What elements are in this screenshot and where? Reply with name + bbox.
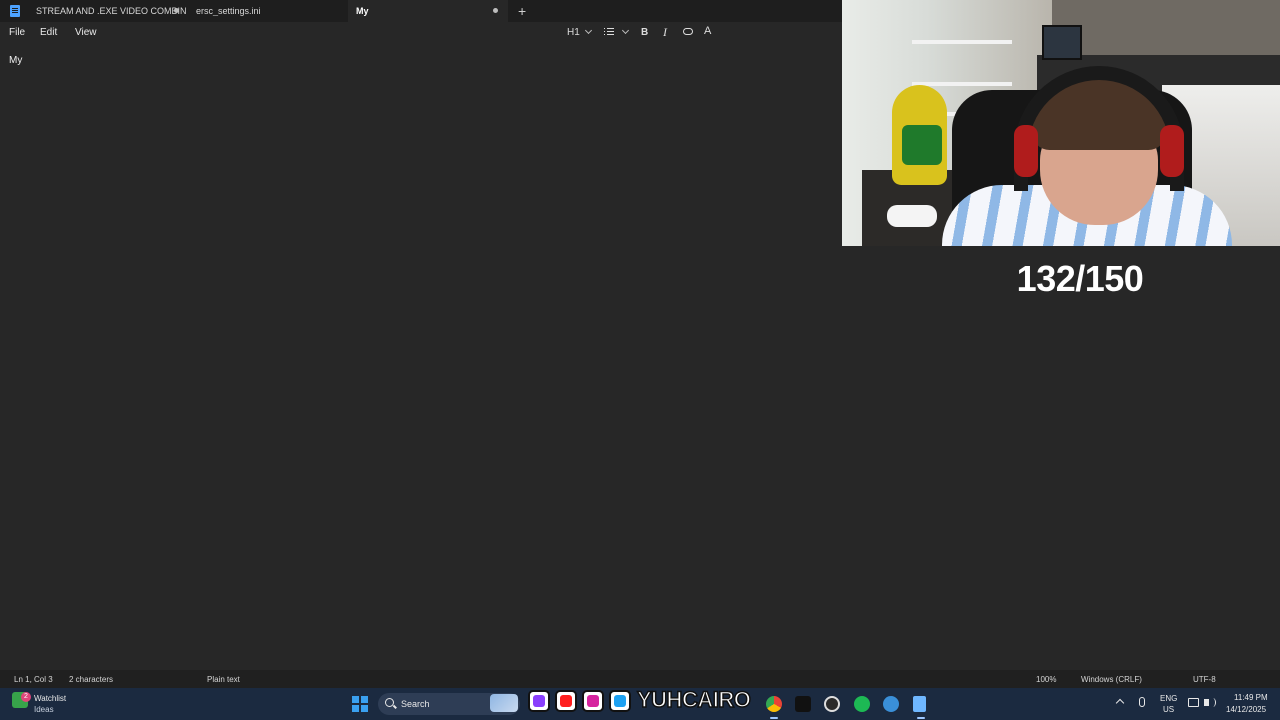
twitter-icon [609, 690, 631, 712]
editor-text-area[interactable]: My [9, 55, 22, 66]
character-count: 2 characters [69, 675, 114, 684]
spotify-icon[interactable] [854, 696, 870, 712]
webcam-monitor [1042, 25, 1082, 60]
microphone-icon[interactable] [1139, 697, 1145, 707]
youtube-icon [555, 690, 577, 712]
clock-date[interactable]: 14/12/2025 [1226, 705, 1266, 714]
chevron-down-icon [621, 26, 630, 35]
network-icon[interactable] [1188, 698, 1199, 707]
headset-earcup [1014, 125, 1038, 177]
obs-icon[interactable] [824, 696, 840, 712]
terminal-icon[interactable] [795, 696, 811, 712]
clock-time[interactable]: 11:49 PM [1234, 693, 1268, 702]
tab-label: ersc_settings.ini [196, 6, 261, 16]
heading-dropdown[interactable]: H1 [567, 26, 592, 38]
menu-edit[interactable]: Edit [40, 27, 57, 38]
unsaved-dot-icon [174, 8, 179, 13]
unsaved-dot-icon [493, 8, 498, 13]
menu-file[interactable]: File [9, 27, 25, 38]
link-icon[interactable] [683, 28, 693, 35]
tab-label: STREAM AND .EXE VIDEO COMBINA [36, 6, 186, 16]
zoom-level[interactable]: 100% [1036, 675, 1056, 684]
encoding[interactable]: UTF-8 [1193, 675, 1216, 684]
volume-icon[interactable] [1204, 698, 1216, 707]
network-app-icon[interactable] [883, 696, 899, 712]
webcam-plush-shirt [902, 125, 942, 165]
cursor-position: Ln 1, Col 3 [14, 675, 53, 684]
notepad-taskbar-icon[interactable] [913, 696, 926, 719]
language-indicator[interactable]: ENG [1160, 694, 1177, 703]
bold-button[interactable]: B [641, 27, 648, 38]
webcam-shoe [887, 205, 937, 227]
tab-stream-exe[interactable]: STREAM AND .EXE VIDEO COMBINA [28, 0, 186, 22]
heading-label: H1 [567, 27, 580, 38]
list-icon[interactable] [604, 28, 614, 36]
webcam-overlay [842, 0, 1280, 246]
widget-subtitle: Ideas [34, 705, 54, 714]
tab-my[interactable]: My [348, 0, 508, 22]
italic-button[interactable]: I [663, 25, 667, 40]
channel-name-banner: YUHCAIRO [636, 686, 751, 713]
text-format[interactable]: Plain text [207, 675, 240, 684]
chrome-icon[interactable] [766, 696, 782, 719]
search-highlight-image [490, 694, 518, 712]
status-bar: Ln 1, Col 3 2 characters Plain text 100%… [0, 670, 1280, 688]
search-icon [385, 698, 394, 707]
tab-bar: STREAM AND .EXE VIDEO COMBINA ersc_setti… [0, 0, 842, 22]
new-tab-button[interactable]: + [518, 3, 526, 19]
notepad-app-icon [10, 5, 20, 17]
region-indicator[interactable]: US [1163, 705, 1174, 714]
clear-formatting-icon[interactable]: A [704, 25, 711, 37]
widget-title[interactable]: Watchlist [34, 694, 66, 703]
start-button[interactable] [352, 696, 368, 712]
instagram-icon [582, 690, 604, 712]
menu-bar: File Edit View H1 B I [0, 22, 842, 44]
menu-view[interactable]: View [75, 27, 97, 38]
widget-badge: 2 [21, 692, 31, 702]
twitch-icon [528, 690, 550, 712]
tab-ersc-settings[interactable]: ersc_settings.ini [188, 0, 348, 22]
chevron-down-icon [584, 26, 592, 35]
line-ending[interactable]: Windows (CRLF) [1081, 675, 1142, 684]
shelf [912, 40, 1012, 44]
tab-label: My [356, 6, 369, 16]
progress-counter: 132/150 [1016, 258, 1144, 299]
search-label: Search [401, 699, 430, 709]
headset-earcup [1160, 125, 1184, 177]
list-dropdown-chevron[interactable] [617, 26, 630, 38]
